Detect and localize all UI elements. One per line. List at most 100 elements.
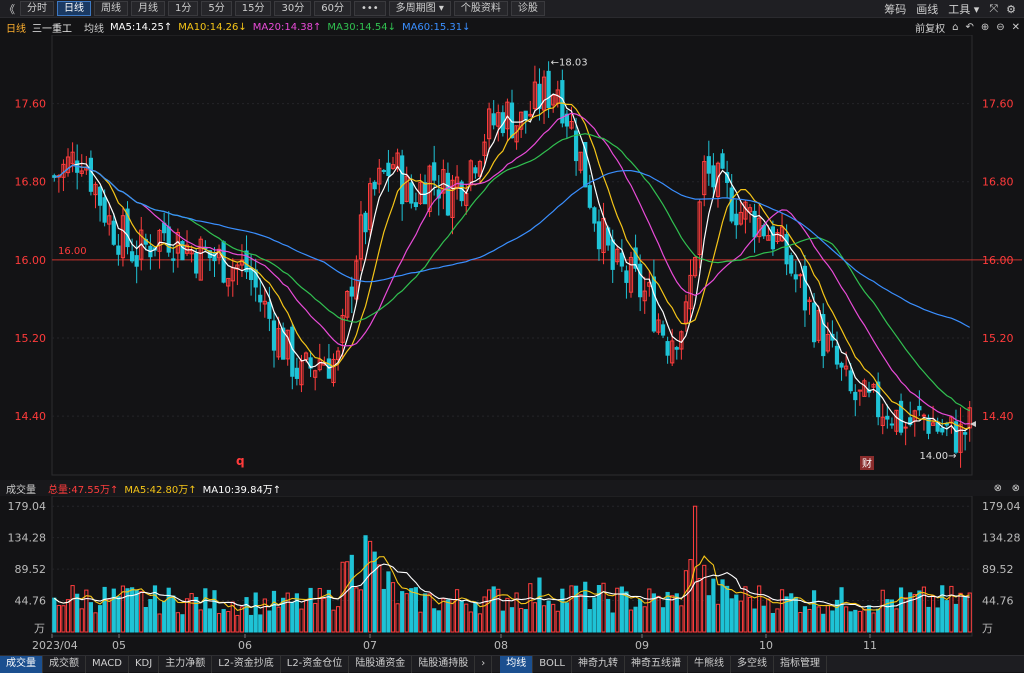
volume-bar [761, 605, 766, 633]
settings-gear-icon[interactable]: ⚙ [1006, 3, 1016, 16]
tab-volume[interactable]: 成交量 [0, 655, 43, 673]
volume-bar [665, 591, 670, 633]
candle-body [706, 156, 711, 174]
adjust-mode-button[interactable]: 前复权 [915, 20, 945, 35]
volume-bar [926, 606, 931, 633]
tab-daily[interactable]: 日线 [57, 1, 91, 16]
volume-bar [821, 613, 826, 633]
tab-main-net[interactable]: 主力净额 [159, 655, 213, 673]
chips-link[interactable]: 筹码 [884, 1, 906, 17]
volume-bar [349, 554, 354, 633]
volume-chart[interactable]: 179.04 179.04 134.28 134.28 89.52 89.52 44.76 4… [0, 496, 1024, 655]
tabs-scroll-arrow[interactable]: › [475, 655, 493, 673]
volume-ma5: MA5:42.80万↑ [124, 484, 197, 496]
multi-period-dropdown[interactable]: 多周期图 ▾ [388, 1, 451, 16]
home-icon[interactable]: ⌂ [952, 22, 958, 33]
tab-northbound-funds[interactable]: 陆股通资金 [349, 655, 413, 673]
candle-body [596, 221, 602, 250]
tab-intraday[interactable]: 分时 [20, 1, 54, 16]
draw-link[interactable]: 画线 [916, 1, 938, 17]
expand-icon[interactable]: ⤧ [989, 2, 998, 16]
tab-weekly[interactable]: 周线 [94, 1, 128, 16]
volume-bar [445, 599, 451, 633]
tab-l2-bottom[interactable]: L2-资金抄底 [212, 655, 281, 673]
volume-bar [363, 535, 368, 633]
close-icon[interactable]: ✕ [1012, 22, 1020, 33]
volume-tick-right: 134.28 [982, 532, 1021, 545]
tab-indicator-manage[interactable]: 指标管理 [774, 655, 827, 673]
candle-body [129, 251, 135, 262]
volume-bar [102, 586, 107, 633]
tools-dropdown[interactable]: 工具 ▾ [948, 1, 979, 17]
volume-bar [207, 608, 213, 633]
candle-body [409, 182, 414, 204]
ma5-value: MA5:14.25↑ [110, 21, 173, 33]
tab-magic-nine[interactable]: 神奇九转 [572, 655, 625, 673]
volume-bar [134, 589, 139, 633]
volume-tick-right: 179.04 [982, 500, 1021, 513]
price-tick-label-left: 16.00 [15, 254, 47, 267]
tab-l2-position[interactable]: L2-资金仓位 [281, 655, 350, 673]
candle-body [97, 186, 103, 206]
candle-body [811, 302, 817, 343]
volume-bar [752, 608, 757, 633]
volume-bar [564, 602, 570, 633]
candle-body [413, 202, 418, 208]
tab-15min[interactable]: 15分 [234, 1, 272, 16]
volume-ma10: MA10:39.84万↑ [202, 484, 282, 496]
undo-icon[interactable]: ↶ [965, 22, 973, 33]
tab-5min[interactable]: 5分 [201, 1, 232, 16]
diagnose-button[interactable]: 诊股 [510, 1, 545, 16]
candle-body [102, 197, 107, 223]
hline-label: 16.00 [58, 246, 87, 257]
volume-bar [432, 608, 437, 633]
volume-bar [770, 612, 775, 633]
volume-bar [372, 551, 377, 633]
volume-bar [674, 593, 679, 633]
volume-bar [963, 596, 968, 633]
tab-long-short[interactable]: 多空线 [731, 655, 774, 673]
candle-body [587, 185, 592, 208]
tab-macd[interactable]: MACD [86, 655, 129, 673]
volume-bar [111, 588, 116, 633]
zoom-in-icon[interactable]: ⊕ [981, 22, 989, 33]
tab-turnover[interactable]: 成交额 [43, 655, 86, 673]
volume-settings-icon[interactable]: ⊗ [1012, 483, 1020, 494]
volume-close-icon[interactable]: ⊗ [994, 483, 1002, 494]
candlestick-chart[interactable]: 17.60 17.60 16.80 16.80 16.00 16.00 15.20 15.20… [0, 35, 1024, 480]
volume-bar [940, 585, 945, 633]
candle-body [171, 258, 176, 261]
volume-bar [839, 587, 844, 633]
tab-kdj[interactable]: KDJ [129, 655, 160, 673]
volume-bar [253, 592, 258, 633]
volume-bar [221, 609, 226, 633]
tab-bull-bear[interactable]: 牛熊线 [688, 655, 731, 673]
volume-bar [267, 610, 272, 633]
tab-ma[interactable]: 均线 [500, 655, 534, 673]
volume-bar [523, 609, 528, 633]
candle-body [88, 157, 94, 192]
tab-boll[interactable]: BOLL [533, 655, 572, 673]
tab-monthly[interactable]: 月线 [131, 1, 165, 16]
back-icon[interactable]: 《 [4, 1, 15, 17]
volume-bar [606, 598, 611, 633]
tab-60min[interactable]: 60分 [314, 1, 351, 16]
tab-magic-five[interactable]: 神奇五线谱 [625, 655, 688, 673]
tab-30min[interactable]: 30分 [274, 1, 312, 16]
volume-bar [596, 585, 602, 633]
price-tick-label-right: 14.40 [982, 410, 1014, 423]
price-tick-label-right: 16.80 [982, 176, 1014, 189]
stock-info-button[interactable]: 个股资料 [453, 1, 508, 16]
volume-unit-right: 万 [982, 622, 993, 635]
candle-body [770, 226, 775, 250]
more-button[interactable]: ••• [353, 1, 386, 16]
zoom-out-icon[interactable]: ⊖ [996, 22, 1004, 33]
avg-line-label[interactable]: 均线 [84, 20, 104, 35]
tab-1min[interactable]: 1分 [168, 1, 199, 16]
tab-northbound-holdings[interactable]: 陆股通持股 [412, 655, 476, 673]
volume-bar [889, 599, 895, 633]
candle-body [592, 207, 597, 224]
volume-bar [953, 603, 959, 633]
volume-bar [720, 579, 725, 633]
volume-bar [848, 611, 853, 633]
